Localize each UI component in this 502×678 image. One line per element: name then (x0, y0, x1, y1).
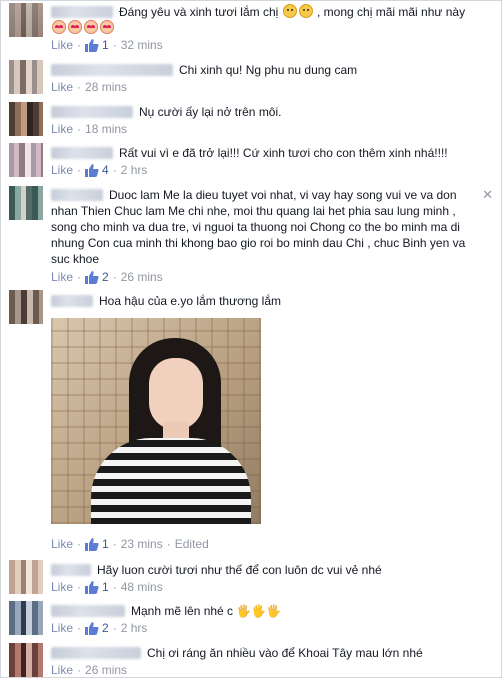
smile-emoji-icon (282, 4, 297, 18)
comment-text-main: Đáng yêu và xinh tươi lắm chị (119, 5, 279, 19)
thumbs-up-icon (85, 270, 99, 284)
avatar[interactable] (9, 143, 43, 177)
like-link[interactable]: Like (51, 580, 73, 594)
comment-photo[interactable] (51, 318, 261, 524)
avatar[interactable] (9, 290, 43, 324)
timestamp[interactable]: 32 mins (121, 38, 163, 52)
like-link[interactable]: Like (51, 621, 73, 635)
comment-text: Chị ơi ráng ăn nhiều vào để Khoai Tây ma… (147, 646, 423, 660)
like-count[interactable]: 4 (102, 163, 109, 177)
heart-eyes-emoji-icon (84, 20, 98, 34)
heart-eyes-emoji-icon (52, 20, 66, 34)
like-count[interactable]: 2 (102, 270, 109, 284)
like-link[interactable]: Like (51, 163, 73, 177)
comment-text: Hãy luon cười tươi như thế để con luôn d… (97, 563, 382, 577)
commenter-name[interactable] (51, 605, 125, 617)
timestamp[interactable]: 18 mins (85, 122, 127, 136)
comment-text: Mạnh mẽ lên nhé c 🖐🖐🖐 (131, 603, 483, 619)
avatar[interactable] (9, 601, 43, 635)
comment-meta: Like · 1 · 48 mins (51, 580, 163, 594)
like-count[interactable]: 1 (102, 580, 109, 594)
thumbs-up-icon (85, 163, 99, 177)
thumbs-up-icon (85, 537, 99, 551)
comment-meta: Like · 1 · 32 mins (51, 38, 163, 52)
edited-label[interactable]: Edited (175, 537, 209, 551)
avatar[interactable] (9, 643, 43, 677)
comment-text-suffix: , mong chị mãi mãi như này (317, 5, 466, 19)
commenter-name[interactable] (51, 6, 113, 18)
timestamp[interactable]: 23 mins (121, 537, 163, 551)
commenter-name[interactable] (51, 64, 173, 76)
commenter-name[interactable] (51, 147, 113, 159)
like-count[interactable]: 2 (102, 621, 109, 635)
timestamp[interactable]: 26 mins (121, 270, 163, 284)
comment-text: Nụ cười ấy lại nở trên môi. (139, 105, 282, 119)
comment-text: Duoc lam Me la dieu tuyet voi nhat, vi v… (51, 188, 466, 266)
timestamp[interactable]: 26 mins (85, 663, 127, 677)
thumbs-up-icon (85, 621, 99, 635)
comment-text-main: Mạnh mẽ lên nhé c (131, 604, 234, 618)
timestamp[interactable]: 48 mins (121, 580, 163, 594)
commenter-name[interactable] (51, 564, 91, 576)
avatar[interactable] (9, 3, 43, 37)
comment-meta: Like · 26 mins (51, 663, 128, 677)
close-icon[interactable]: ✕ (482, 187, 493, 203)
like-link[interactable]: Like (51, 38, 73, 52)
heart-eyes-emoji-icon (100, 20, 114, 34)
comment-meta: Like · 1 · 23 mins · Edited (51, 537, 209, 551)
comment-meta: Like · 18 mins (51, 122, 128, 136)
comment-emoji-row (51, 20, 483, 36)
like-link[interactable]: Like (51, 663, 73, 677)
like-link[interactable]: Like (51, 80, 73, 94)
comment-text: Rất vui vì e đã trở lại!!! Cứ xinh tươi … (119, 146, 448, 160)
thumbs-up-icon (85, 38, 99, 52)
comment-meta: Like · 2 · 2 hrs (51, 621, 148, 635)
comment-meta: Like · 28 mins (51, 80, 128, 94)
comment-meta: Like · 4 · 2 hrs (51, 163, 148, 177)
avatar[interactable] (9, 186, 43, 220)
commenter-name[interactable] (51, 106, 133, 118)
timestamp[interactable]: 2 hrs (121, 621, 148, 635)
comment-text: Đáng yêu và xinh tươi lắm chị , mong chị… (119, 4, 483, 20)
avatar[interactable] (9, 60, 43, 94)
avatar[interactable] (9, 102, 43, 136)
like-count[interactable]: 1 (102, 537, 109, 551)
avatar[interactable] (9, 560, 43, 594)
commenter-name[interactable] (51, 647, 141, 659)
commenter-name[interactable] (51, 295, 93, 307)
thumbs-up-icon (85, 580, 99, 594)
like-link[interactable]: Like (51, 270, 73, 284)
comment-meta: Like · 2 · 26 mins (51, 270, 163, 284)
like-link[interactable]: Like (51, 122, 73, 136)
timestamp[interactable]: 2 hrs (121, 163, 148, 177)
like-count[interactable]: 1 (102, 38, 109, 52)
timestamp[interactable]: 28 mins (85, 80, 127, 94)
comments-panel: Đáng yêu và xinh tươi lắm chị , mong chị… (0, 0, 502, 678)
comment-text: Chi xinh qu! Ng phu nu dung cam (179, 63, 358, 77)
heart-eyes-emoji-icon (68, 20, 82, 34)
wave-emoji-icon: 🖐🖐🖐 (236, 604, 282, 618)
comment-text: Hoa hậu của e.yo lắm thương lắm (99, 294, 281, 308)
sweat-emoji-icon (298, 4, 313, 18)
like-link[interactable]: Like (51, 537, 73, 551)
